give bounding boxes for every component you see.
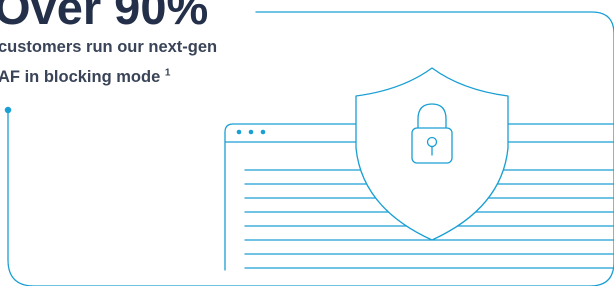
subtext-line-1: customers run our next-gen: [0, 37, 217, 57]
browser-dot-1: [236, 129, 242, 135]
browser-dot-3: [260, 129, 266, 135]
footnote-marker[interactable]: 1: [165, 68, 171, 79]
waf-stat-banner: Over 90% customers run our next-gen AF i…: [0, 0, 614, 286]
subtext-line-1-text: customers run our next-gen: [0, 38, 218, 56]
subtext-line-2: AF in blocking mode 1: [0, 67, 170, 87]
browser-dot-2: [248, 129, 254, 135]
subtext-line-2-text: AF in blocking mode: [0, 68, 161, 86]
frame-dot: [4, 106, 12, 114]
lock-body-icon: [411, 127, 453, 164]
headline-stat: Over 90%: [0, 0, 209, 34]
